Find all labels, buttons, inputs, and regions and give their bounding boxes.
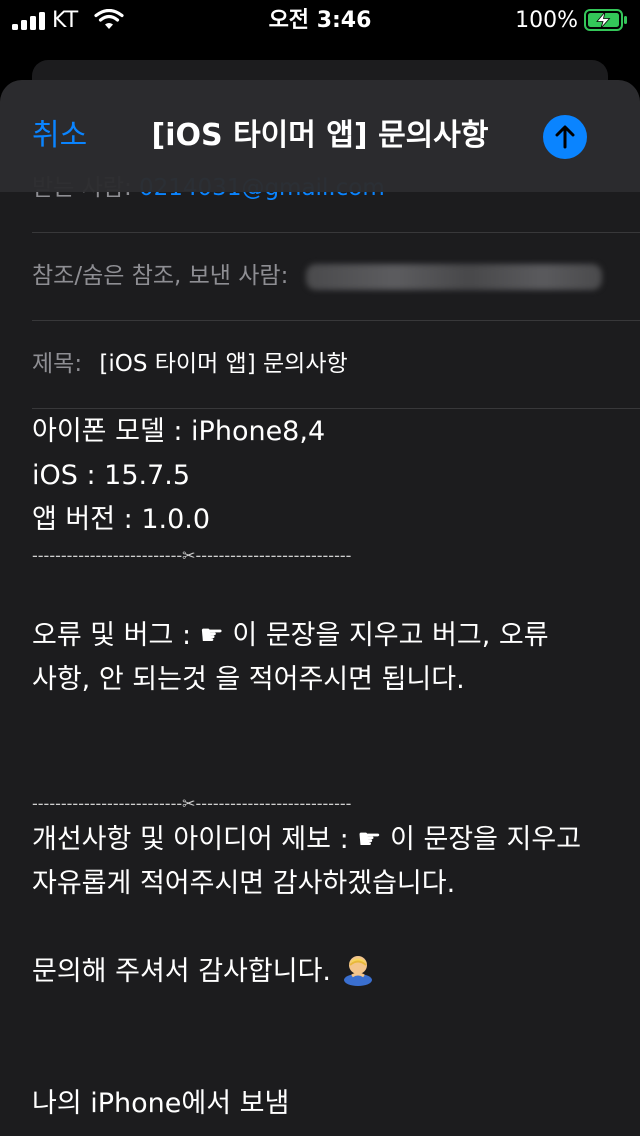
- device-model-line: 아이폰 모델 : iPhone8,4: [32, 416, 326, 447]
- app-version-line: 앱 버전 : 1.0.0: [32, 504, 211, 535]
- compose-sheet: 취소 [iOS 타이머 앱] 문의사항 받는 사람: 0214031@gmail…: [0, 80, 640, 1136]
- status-bar: KT 오전 3:46 100%: [0, 0, 640, 42]
- scissor-separator: --------------------------✂-------------…: [32, 546, 352, 565]
- signature-line: 나의 iPhone에서 보냄: [32, 1088, 290, 1119]
- send-button[interactable]: [543, 115, 587, 159]
- battery-charging-icon: [584, 9, 627, 31]
- cc-bcc-from-label: 참조/숨은 참조, 보낸 사람:: [32, 263, 289, 289]
- thanks-text: 문의해 주셔서 감사합니다.: [32, 956, 331, 987]
- thanks-line: 문의해 주셔서 감사합니다.: [32, 950, 612, 994]
- person-bowing-emoji-icon: [343, 956, 372, 986]
- suggestion-text: 개선사항 및 아이디어 제보 : ☛ 이 문장을 지우고 자유롭게 적어주시면 …: [32, 824, 582, 899]
- cc-bcc-from-field[interactable]: 참조/숨은 참조, 보낸 사람:: [32, 233, 640, 321]
- compose-nav-bar: 취소 [iOS 타이머 앱] 문의사항: [0, 80, 640, 192]
- battery-percent: 100%: [515, 8, 578, 33]
- arrow-up-icon: [555, 125, 575, 149]
- screen: KT 오전 3:46 100% 취소 [iOS 타이머 앱] 문의사항 참조/숨…: [0, 0, 640, 1136]
- compose-title: [iOS 타이머 앱] 문의사항: [151, 118, 489, 153]
- subject-label: 제목:: [32, 351, 83, 377]
- bug-report-text: 오류 및 버그 : ☛ 이 문장을 지우고 버그, 오류 사항, 안 되는것 을…: [32, 620, 549, 695]
- ios-version-line: iOS : 15.7.5: [32, 460, 191, 491]
- message-body[interactable]: 아이폰 모델 : iPhone8,4 iOS : 15.7.5 앱 버전 : 1…: [32, 410, 612, 1126]
- scissor-separator: --------------------------✂-------------…: [32, 794, 352, 813]
- cancel-button[interactable]: 취소: [32, 116, 87, 156]
- subject-field[interactable]: 제목: [iOS 타이머 앱] 문의사항: [32, 321, 640, 409]
- blurred-sender-address: [305, 263, 602, 290]
- subject-value[interactable]: [iOS 타이머 앱] 문의사항: [99, 351, 347, 377]
